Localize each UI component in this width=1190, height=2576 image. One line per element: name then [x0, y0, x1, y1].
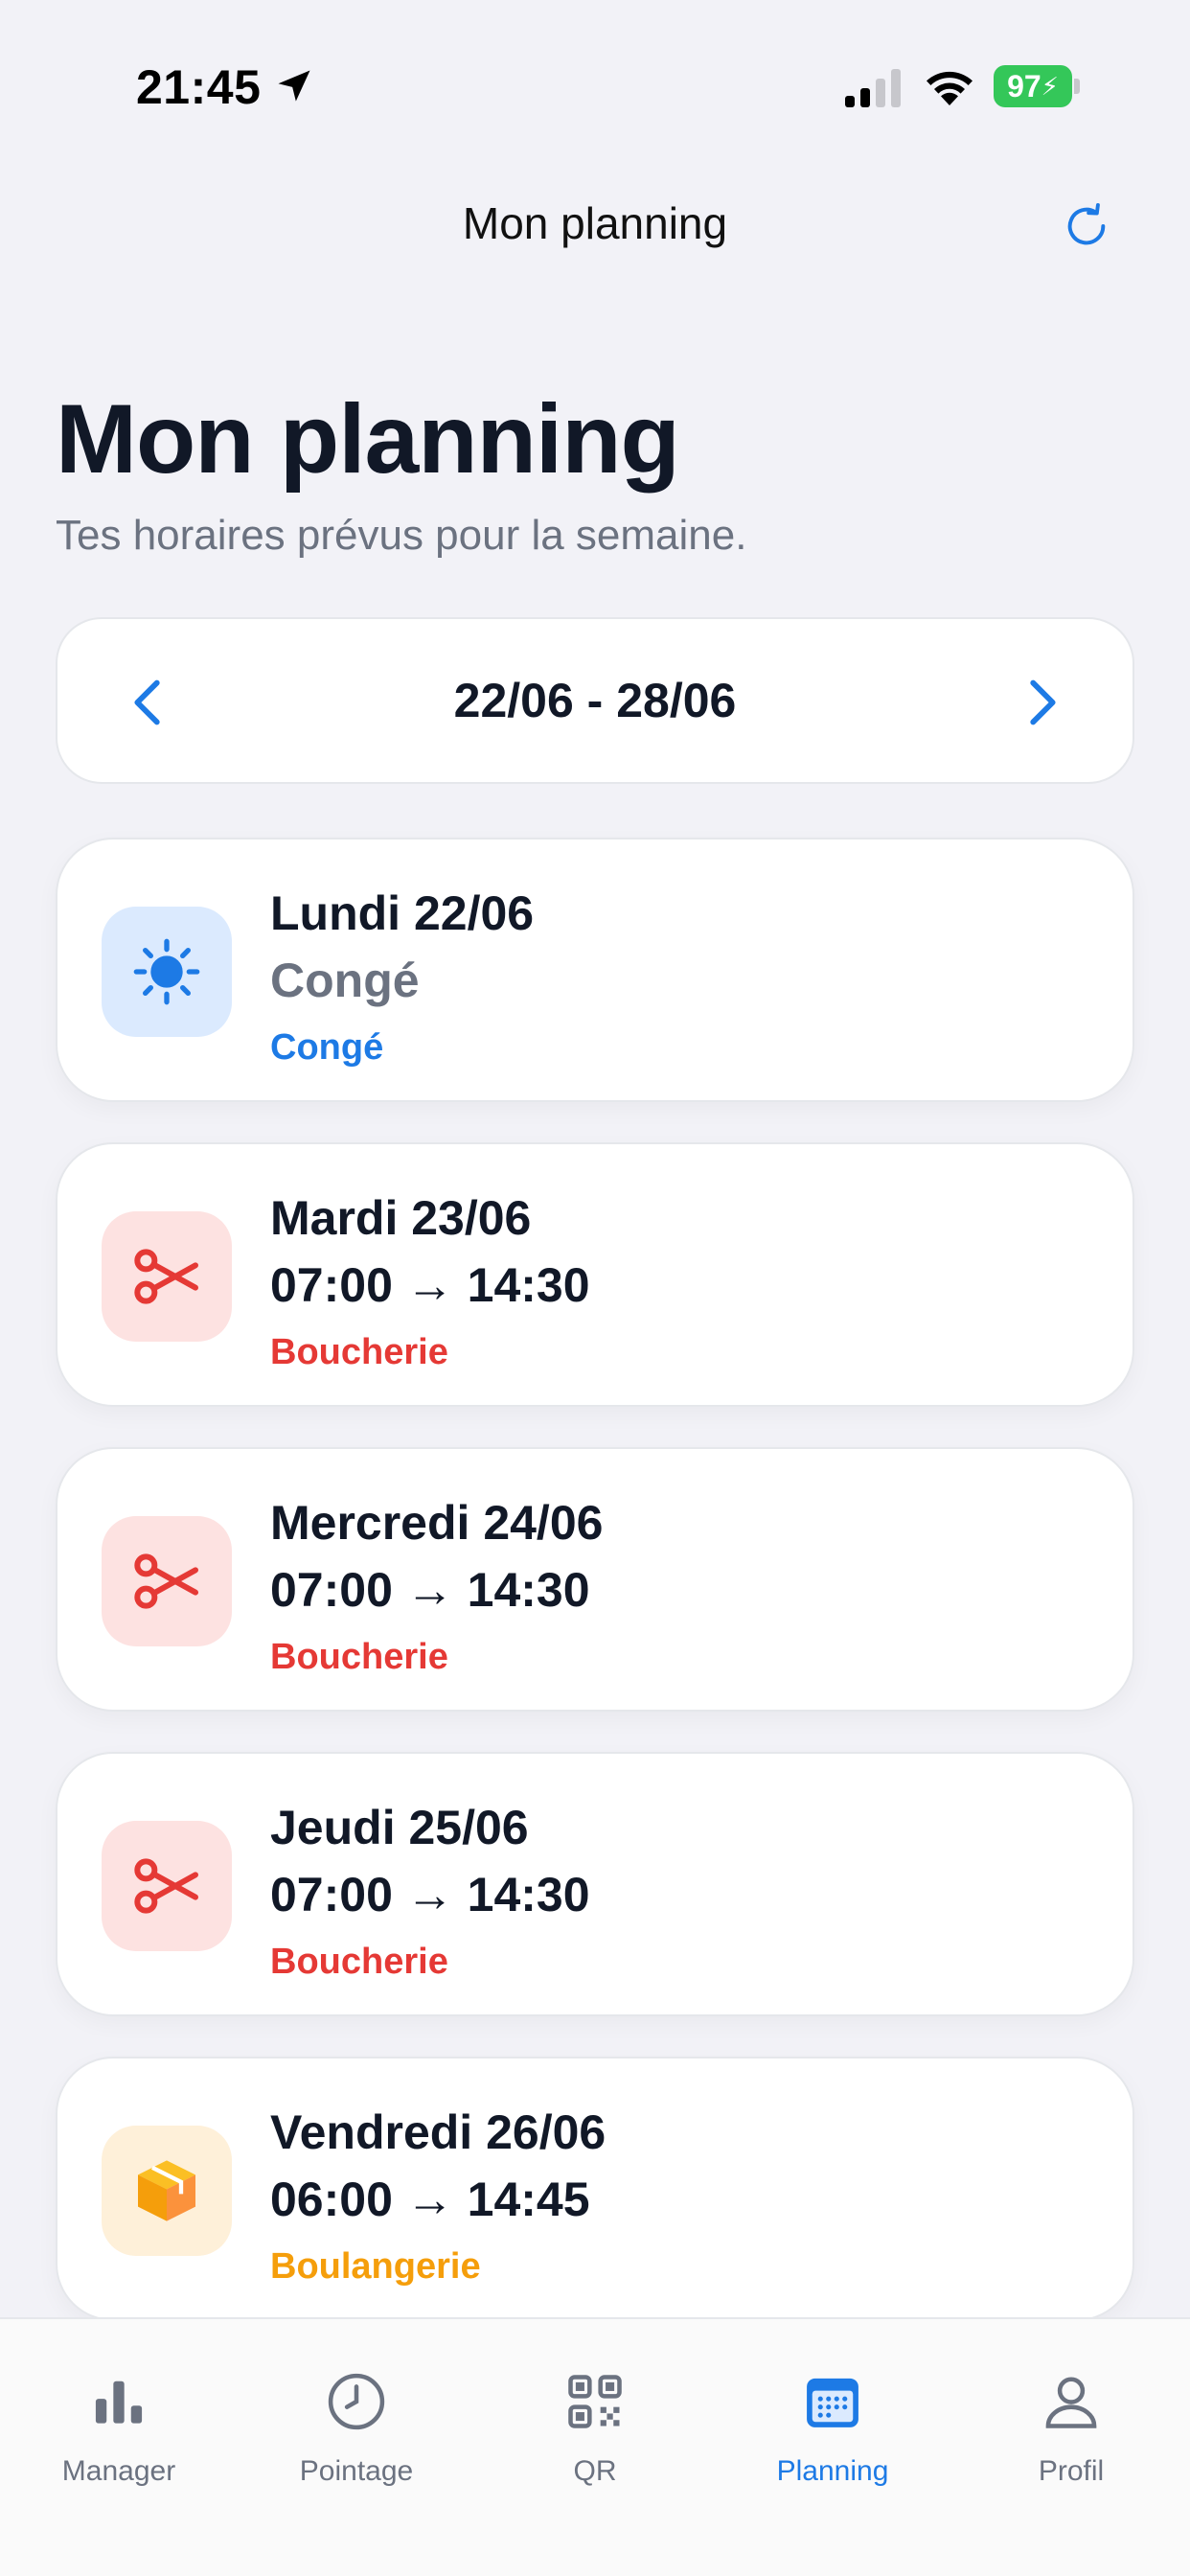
tab-label: Planning — [776, 2455, 889, 2487]
day-card-wednesday[interactable]: Mercredi 24/06 07:00 → 14:30 Boucherie — [56, 1447, 1134, 1712]
day-icon-box — [102, 1211, 232, 1342]
day-department: Boucherie — [270, 1637, 448, 1677]
cellular-signal-icon — [845, 69, 901, 107]
location-arrow-icon — [278, 70, 310, 102]
nav-title: Mon planning — [462, 198, 728, 248]
tab-label: Manager — [61, 2455, 176, 2487]
scissors-icon — [134, 1249, 198, 1304]
day-card-tuesday[interactable]: Mardi 23/06 07:00 → 14:30 Boucherie — [56, 1142, 1134, 1407]
tab-qr[interactable]: QR — [476, 2348, 714, 2511]
day-time: 07:00 → 14:30 — [270, 1258, 590, 1312]
scissors-icon — [134, 1553, 198, 1609]
day-department: Boulangerie — [270, 2246, 481, 2287]
day-name: Vendredi 26/06 — [270, 2105, 606, 2159]
wifi-icon — [927, 71, 973, 105]
week-selector: 22/06 - 28/06 — [56, 617, 1134, 784]
day-time: Congé — [270, 954, 420, 1007]
scissors-icon — [134, 1858, 198, 1914]
day-name: Lundi 22/06 — [270, 886, 535, 940]
tab-label: Pointage — [299, 2455, 414, 2487]
day-icon-box — [102, 2126, 232, 2256]
tab-manager[interactable]: Manager — [0, 2348, 238, 2511]
day-icon-box — [102, 907, 232, 1037]
tab-pointage[interactable]: Pointage — [238, 2348, 475, 2511]
day-time: 07:00 → 14:30 — [270, 1868, 590, 1921]
day-department: Boucherie — [270, 1332, 448, 1372]
day-icon-box — [102, 1516, 232, 1646]
tab-bar: Manager Pointage QR Planning Profil — [0, 2317, 1190, 2576]
status-time: 21:45 — [136, 60, 262, 114]
calendar-icon — [807, 2378, 858, 2427]
day-card-thursday[interactable]: Jeudi 25/06 07:00 → 14:30 Boucherie — [56, 1752, 1134, 2016]
day-card-friday[interactable]: Vendredi 26/06 06:00 → 14:45 Boulangerie — [56, 2057, 1134, 2321]
tab-label: QR — [573, 2455, 617, 2487]
package-icon — [138, 2160, 195, 2221]
qr-code-icon — [568, 2375, 622, 2428]
week-range: 22/06 - 28/06 — [453, 674, 737, 727]
day-name: Mardi 23/06 — [270, 1191, 532, 1245]
page-subtitle: Tes horaires prévus pour la semaine. — [56, 512, 747, 559]
refresh-icon[interactable] — [1062, 201, 1111, 251]
tab-label: Profil — [1038, 2455, 1105, 2487]
battery-indicator: 97 ⚡ — [994, 65, 1080, 107]
status-bar: 21:45 97 ⚡ — [0, 0, 1190, 172]
tab-planning[interactable]: Planning — [714, 2348, 951, 2511]
user-icon — [1045, 2377, 1097, 2428]
day-card-monday[interactable]: Lundi 22/06 Congé Congé — [56, 838, 1134, 1102]
day-time: 06:00 → 14:45 — [270, 2173, 590, 2226]
bar-chart-icon — [95, 2380, 143, 2424]
day-time: 07:00 → 14:30 — [270, 1563, 590, 1617]
tab-profil[interactable]: Profil — [952, 2348, 1190, 2511]
day-name: Jeudi 25/06 — [270, 1801, 529, 1854]
day-icon-box — [102, 1821, 232, 1951]
day-name: Mercredi 24/06 — [270, 1496, 604, 1550]
clock-icon — [328, 2373, 385, 2430]
day-department: Congé — [270, 1027, 384, 1068]
page-title: Mon planning — [56, 384, 680, 494]
battery-level: 97 — [1007, 68, 1041, 104]
day-department: Boucherie — [270, 1942, 448, 1982]
sun-icon — [133, 938, 200, 1005]
next-week-chevron-icon[interactable] — [1008, 669, 1075, 736]
